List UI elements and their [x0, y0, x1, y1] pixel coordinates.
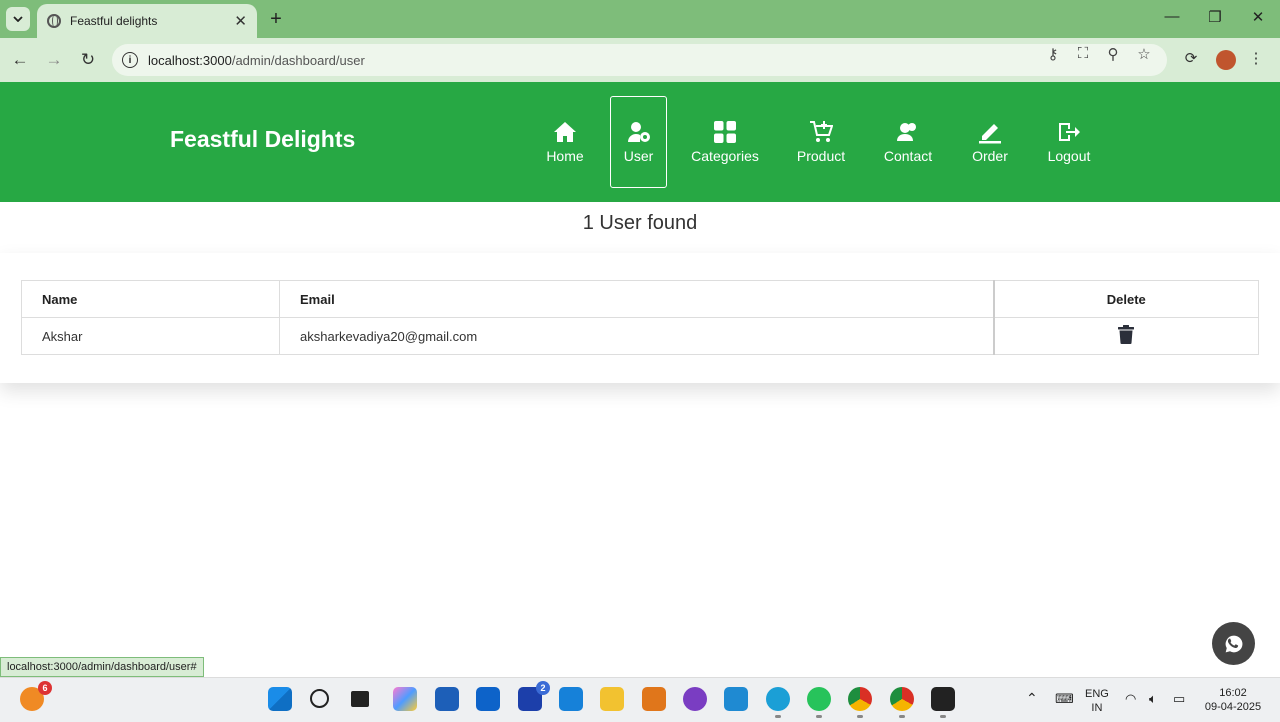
new-tab-button[interactable]: + [266, 8, 286, 31]
nav-user[interactable]: User [610, 96, 667, 188]
nav-order[interactable]: Order [971, 96, 1009, 188]
browser-tab[interactable]: Feastful delights ✕ [37, 4, 257, 38]
table-header-row: Name Email Delete [21, 280, 1259, 318]
l-app-icon[interactable]: 2 [518, 681, 550, 711]
site-header: Feastful Delights Home User Categories P… [0, 82, 1280, 202]
chevron-down-icon [13, 16, 23, 22]
logout-icon [1059, 123, 1080, 141]
tab-search-button[interactable] [6, 7, 30, 31]
keyboard-icon[interactable]: ⌨ [1055, 692, 1074, 706]
back-button[interactable]: ← [8, 48, 32, 72]
delete-cell [992, 317, 1259, 355]
status-bar-url: localhost:3000/admin/dashboard/user# [0, 657, 204, 677]
cart-icon [810, 121, 833, 142]
tray-overflow-icon[interactable]: ⌃ [1026, 691, 1038, 705]
tab-title: Feastful delights [70, 14, 158, 28]
whatsapp-icon [1225, 635, 1242, 652]
brand-title[interactable]: Feastful Delights [170, 126, 355, 153]
outlook-icon[interactable] [476, 687, 500, 711]
forward-button[interactable]: → [42, 48, 66, 72]
users-found-heading: 1 User found [582, 212, 698, 234]
user-name-cell: Akshar [21, 317, 280, 355]
nav-categories[interactable]: Categories [691, 96, 759, 188]
translate-icon[interactable]: ⛶ [1073, 45, 1093, 62]
windows-start-icon[interactable] [268, 687, 292, 711]
volume-icon[interactable]: 🔈︎ [1149, 692, 1157, 706]
nav-product[interactable]: Product [797, 96, 845, 188]
globe-icon [47, 14, 61, 28]
key-icon[interactable]: ⚷ [1043, 45, 1063, 63]
l-app-badge: 2 [536, 681, 550, 695]
minimize-button[interactable]: — [1157, 8, 1187, 25]
users-card: Name Email Delete Akshar aksharkevadiya2… [0, 253, 1280, 383]
whatsapp-app-icon[interactable] [807, 687, 831, 718]
trash-icon [1118, 325, 1135, 344]
nav-home[interactable]: Home [546, 96, 584, 188]
chat-fab-button[interactable] [1212, 622, 1255, 665]
menu-icon[interactable]: ⋮ [1245, 49, 1267, 67]
notification-badge: 6 [38, 681, 52, 695]
site-info-icon[interactable]: i [122, 52, 138, 68]
url-text: localhost:3000/admin/dashboard/user [148, 52, 365, 68]
delete-user-button[interactable] [1118, 325, 1135, 347]
user-gear-icon [627, 122, 650, 142]
wifi-icon[interactable]: ◠ [1125, 692, 1136, 706]
extension-icon[interactable]: ⟳ [1180, 49, 1202, 67]
chrome-active-icon[interactable] [890, 687, 914, 718]
task-view-icon[interactable] [351, 691, 369, 707]
table-row: Akshar aksharkevadiya20@gmail.com [21, 317, 1259, 355]
weather-app-icon[interactable]: 6 [20, 681, 52, 711]
nav-contact[interactable]: Contact [884, 96, 932, 188]
profile-avatar[interactable] [1216, 50, 1236, 70]
home-icon [554, 122, 576, 142]
nav-logout-label: Logout [1047, 148, 1091, 164]
search-icon[interactable] [310, 689, 329, 708]
vscode-icon[interactable] [724, 687, 748, 711]
bookmark-star-icon[interactable]: ☆ [1134, 45, 1154, 63]
column-header-email: Email [279, 280, 994, 318]
close-tab-icon[interactable]: ✕ [234, 12, 247, 30]
os-taskbar: 6 2 ⌃ ⌨ ENG IN ◠ 🔈︎ ▭ 16:02 09-04-2025 [0, 677, 1280, 722]
store-icon[interactable] [435, 687, 459, 711]
nav-home-label: Home [546, 148, 584, 164]
battery-icon[interactable]: ▭ [1173, 692, 1185, 706]
sublime-text-icon[interactable] [642, 687, 666, 711]
pen-icon [979, 124, 1001, 144]
nav-user-label: User [623, 148, 654, 164]
column-header-delete: Delete [992, 280, 1259, 318]
zoom-icon[interactable]: ⚲ [1103, 45, 1123, 63]
nav-contact-label: Contact [883, 148, 933, 164]
nav-categories-label: Categories [691, 148, 759, 164]
nav-logout[interactable]: Logout [1047, 96, 1091, 188]
clock[interactable]: 16:02 09-04-2025 [1200, 686, 1266, 714]
user-email-cell: aksharkevadiya20@gmail.com [279, 317, 994, 355]
browser-tab-strip: Feastful delights ✕ + — ❐ ✕ [0, 0, 1280, 38]
grid-icon [714, 121, 736, 143]
capcut-icon[interactable] [931, 687, 955, 718]
column-header-name: Name [21, 280, 280, 318]
close-window-button[interactable]: ✕ [1243, 8, 1273, 26]
address-bar[interactable]: i localhost:3000/admin/dashboard/user [112, 44, 1167, 76]
users-table: Name Email Delete Akshar aksharkevadiya2… [21, 280, 1259, 355]
language-indicator[interactable]: ENG IN [1085, 687, 1109, 715]
app-icon[interactable] [559, 687, 583, 711]
file-explorer-icon[interactable] [600, 687, 624, 711]
nav-product-label: Product [796, 148, 846, 164]
contact-icon [897, 123, 916, 141]
browser-toolbar: ← → ↻ i localhost:3000/admin/dashboard/u… [0, 38, 1280, 82]
nav-order-label: Order [972, 148, 1008, 164]
github-desktop-icon[interactable] [683, 687, 707, 711]
reload-button[interactable]: ↻ [76, 48, 100, 72]
restore-button[interactable]: ❐ [1200, 8, 1230, 26]
copilot-icon[interactable] [393, 687, 417, 711]
edge-icon[interactable] [766, 687, 790, 718]
chrome-icon[interactable] [848, 687, 872, 718]
